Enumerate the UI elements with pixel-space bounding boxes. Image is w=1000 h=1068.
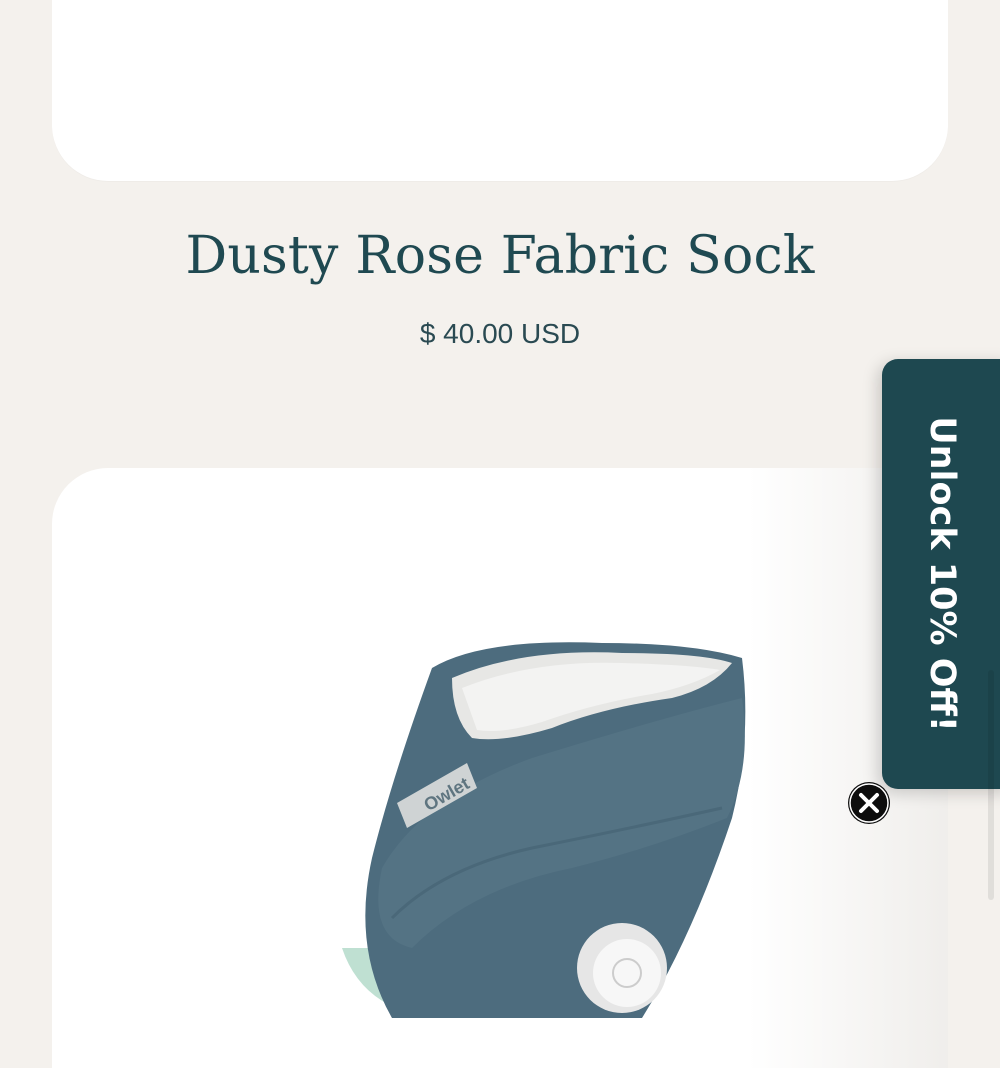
product-image-card[interactable]: Owlet: [52, 468, 948, 1068]
product-image-card-previous[interactable]: [52, 0, 948, 181]
baby-sock-icon: Owlet: [342, 642, 746, 1018]
scrollbar-thumb[interactable]: [988, 670, 994, 900]
close-promo-button[interactable]: [848, 782, 890, 824]
close-icon: [849, 783, 889, 823]
unlock-discount-label: Unlock 10% Off!: [922, 416, 962, 732]
product-title[interactable]: Dusty Rose Fabric Sock: [0, 226, 1000, 286]
unlock-discount-tab[interactable]: Unlock 10% Off!: [882, 359, 1000, 789]
product-price: $ 40.00 USD: [419, 318, 581, 349]
